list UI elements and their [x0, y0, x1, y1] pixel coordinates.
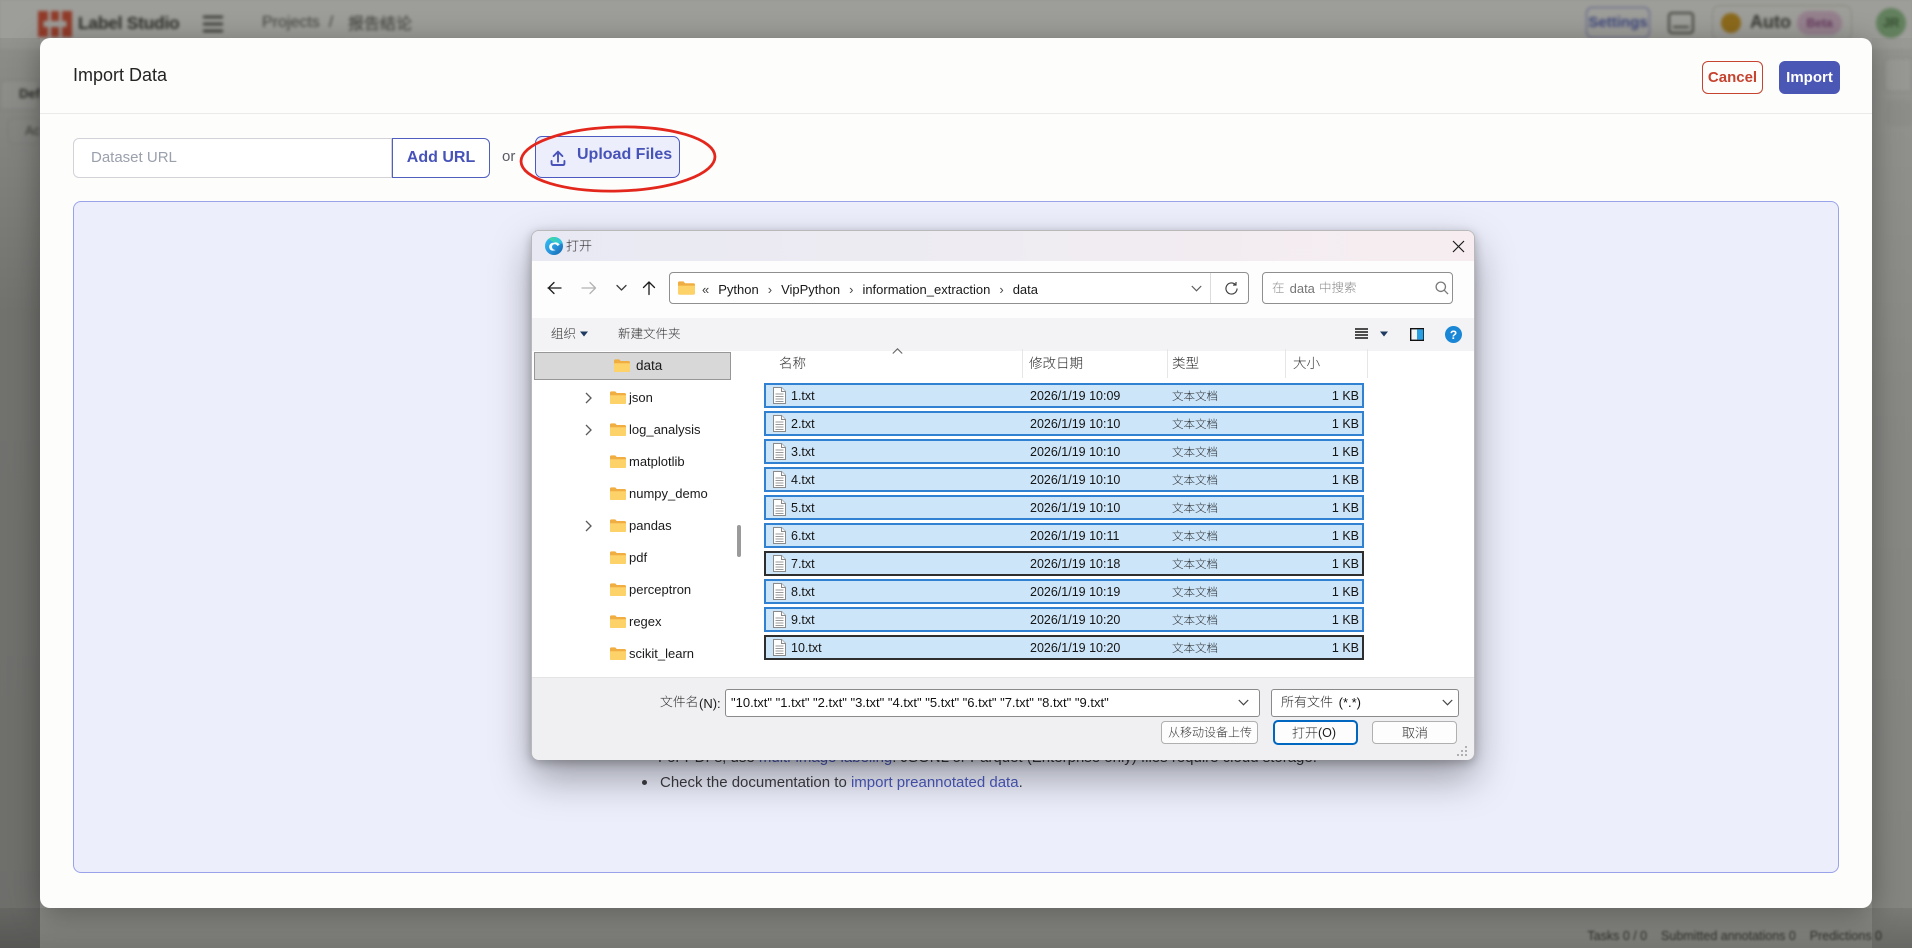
svg-text:?: ?	[1449, 327, 1456, 341]
